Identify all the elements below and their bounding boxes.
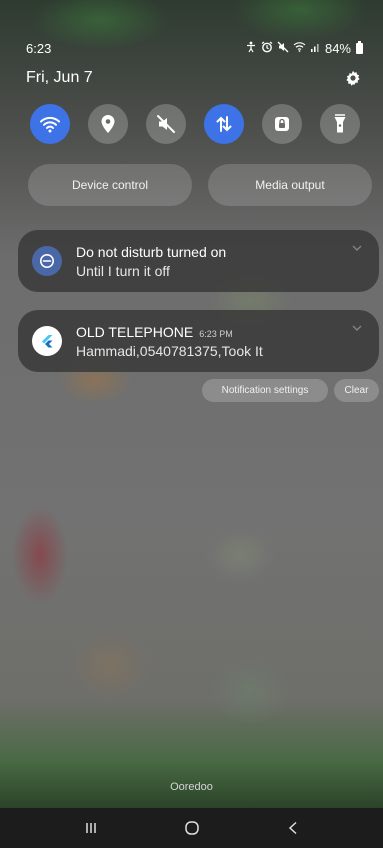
notification-do-not-disturb[interactable]: Do not disturb turned on Until I turn it…: [18, 230, 379, 292]
back-button[interactable]: [273, 813, 313, 843]
notification-old-telephone[interactable]: OLD TELEPHONE 6:23 PM Hammadi,0540781375…: [18, 310, 379, 372]
data-transfer-icon: [216, 116, 232, 132]
signal-icon: [310, 41, 321, 55]
sound-toggle[interactable]: [146, 104, 186, 144]
wifi-icon: [293, 41, 306, 55]
back-icon: [288, 821, 297, 835]
clear-button[interactable]: Clear: [334, 379, 379, 402]
navigation-bar: [0, 808, 383, 848]
location-icon: [101, 115, 115, 133]
notification-panel: 6:23 84% Fri, Jun 7 Device control Media…: [0, 0, 383, 848]
do-not-disturb-icon: [32, 246, 62, 276]
wifi-icon: [40, 116, 60, 133]
notification-title: OLD TELEPHONE 6:23 PM: [76, 324, 263, 340]
mute-icon: [277, 41, 289, 56]
notification-body: Until I turn it off: [76, 262, 170, 279]
flashlight-toggle[interactable]: [320, 104, 360, 144]
wifi-toggle[interactable]: [30, 104, 70, 144]
chevron-down-icon[interactable]: [351, 244, 363, 252]
lock-toggle[interactable]: [262, 104, 302, 144]
notification-actions: Notification settings Clear: [202, 379, 379, 403]
location-toggle[interactable]: [88, 104, 128, 144]
carrier-label: Ooredoo: [170, 781, 213, 793]
recent-apps-icon: [85, 823, 96, 833]
battery-percent: 84%: [324, 40, 351, 56]
status-time: 6:23: [26, 40, 52, 56]
notification-title-text: Do not disturb turned on: [76, 243, 227, 260]
lock-icon: [275, 117, 289, 131]
media-output-button[interactable]: Media output: [208, 164, 372, 206]
recent-apps-button[interactable]: [71, 813, 111, 843]
status-bar: 6:23 84%: [0, 36, 383, 60]
notification-settings-button[interactable]: Notification settings: [202, 379, 328, 402]
notification-title: Do not disturb turned on: [76, 244, 226, 260]
notification-body: Hammadi,0540781375,Took It: [76, 342, 263, 359]
mobile-data-toggle[interactable]: [204, 104, 244, 144]
gear-icon[interactable]: [343, 68, 363, 88]
notification-app-name: OLD TELEPHONE: [76, 323, 194, 340]
mute-icon: [157, 115, 175, 133]
notification-content: Do not disturb turned on Until I turn it…: [76, 244, 226, 279]
chevron-down-icon[interactable]: [351, 324, 363, 332]
flashlight-icon: [334, 114, 346, 133]
battery-icon: [356, 40, 363, 54]
alarm-icon: [261, 41, 273, 56]
notification-content: OLD TELEPHONE 6:23 PM Hammadi,0540781375…: [76, 324, 263, 359]
notification-time: 6:23 PM: [199, 328, 233, 339]
status-icons: 84%: [245, 40, 363, 56]
home-button[interactable]: [172, 813, 212, 843]
date-row: Fri, Jun 7: [0, 64, 383, 92]
device-control-button[interactable]: Device control: [28, 164, 192, 206]
quick-settings-toggles: [30, 104, 360, 148]
date-label: Fri, Jun 7: [26, 69, 93, 86]
home-icon: [184, 821, 199, 835]
flutter-app-icon: [32, 326, 62, 356]
panel-buttons: Device control Media output: [28, 164, 372, 206]
accessibility-icon: [245, 41, 257, 56]
